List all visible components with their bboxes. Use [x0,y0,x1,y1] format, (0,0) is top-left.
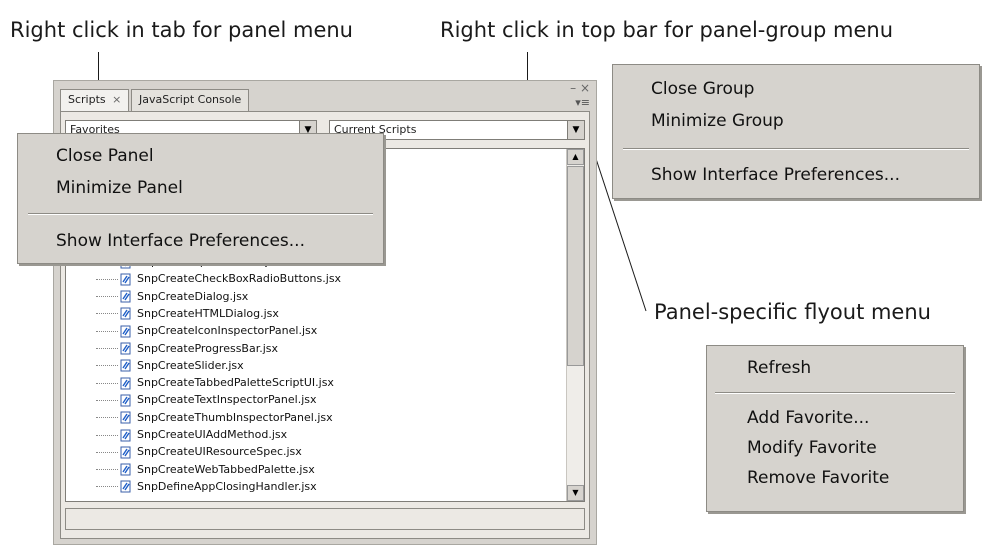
list-item-label: SnpCreateCheckBoxRadioButtons.jsx [137,272,342,286]
script-file-icon [120,325,132,338]
menu-item-show-interface-preferences[interactable]: Show Interface Preferences... [651,165,979,185]
script-file-icon [120,290,132,303]
menu-item-close-group[interactable]: Close Group [651,79,979,99]
script-file-icon [120,429,132,442]
menu-item-show-interface-preferences[interactable]: Show Interface Preferences... [56,231,383,251]
menu-separator [623,148,969,150]
flyout-menu-icon[interactable]: ▾≡ [575,96,590,109]
tree-connector [96,348,118,349]
script-file-icon [120,446,132,459]
script-file-icon [120,411,132,424]
chevron-down-icon[interactable]: ▼ [567,121,584,139]
tab-javascript-console-label: JavaScript Console [139,93,242,106]
menu-item-remove-favorite[interactable]: Remove Favorite [747,468,963,488]
list-item[interactable]: SnpCreateTabbedPaletteScriptUI.jsx [96,376,334,393]
script-file-icon [120,463,132,476]
list-item-label: SnpCreateHTMLDialog.jsx [137,306,279,320]
list-item[interactable]: SnpCreateCheckBoxRadioButtons.jsx [96,272,341,289]
list-item-label: SnpCreateSlider.jsx [137,358,244,372]
panel-group-context-menu: Close Group Minimize Group Show Interfac… [612,64,980,199]
panel-group-controls[interactable]: – × [570,81,590,95]
list-item[interactable]: SnpDefineAppClosingHandler.jsx [96,480,317,497]
panel-context-menu: Close Panel Minimize Panel Show Interfac… [17,133,384,264]
list-item-label: SnpCreateDialog.jsx [137,289,249,303]
list-item[interactable]: SnpCreateDialog.jsx [96,290,248,307]
tree-connector [96,278,118,280]
list-item-label: SnpCreateThumbInspectorPanel.jsx [137,410,333,424]
script-file-icon [120,377,132,390]
tab-scripts[interactable]: Scripts × [60,89,130,111]
tree-connector [96,330,118,332]
menu-item-refresh[interactable]: Refresh [747,358,963,378]
tree-connector [96,365,118,367]
script-file-icon [120,394,132,407]
menu-item-minimize-panel[interactable]: Minimize Panel [56,178,383,198]
list-item[interactable]: SnpCreateUIAddMethod.jsx [96,428,287,445]
menu-separator [715,392,955,394]
scrollbar-thumb[interactable] [567,166,584,366]
tree-connector [96,399,118,401]
list-item-label: SnpCreateUIAddMethod.jsx [137,428,288,441]
list-item[interactable]: SnpCreateUIResourceSpec.jsx [96,445,302,462]
list-item-label: SnpCreateTabbedPaletteScriptUI.jsx [137,376,334,390]
scroll-down-button[interactable]: ▼ [567,485,584,501]
tab-javascript-console[interactable]: JavaScript Console [131,89,250,111]
list-item-label: SnpCreateTextInspectorPanel.jsx [137,393,317,407]
menu-item-close-panel[interactable]: Close Panel [56,146,383,166]
list-item[interactable]: SnpCreateProgressBar.jsx [96,342,278,359]
list-item[interactable]: SnpCreateHTMLDialog.jsx [96,307,279,324]
panel-flyout-menu: Refresh Add Favorite... Modify Favorite … [706,345,964,512]
close-tab-icon[interactable]: × [112,93,121,106]
tree-connector [96,451,118,453]
scroll-up-button[interactable]: ▲ [567,149,584,165]
script-file-icon [120,273,132,286]
list-item-label: SnpCreateUIResourceSpec.jsx [137,445,302,459]
menu-separator [28,213,373,215]
tree-connector [96,486,118,488]
tree-connector [96,417,118,419]
list-item[interactable]: SnpCreateTextInspectorPanel.jsx [96,393,317,410]
tree-connector [96,382,118,384]
list-item-label: SnpCreateProgressBar.jsx [137,341,279,355]
list-item-label: SnpCreateIconInspectorPanel.jsx [137,324,318,338]
list-item[interactable]: SnpCreateSlider.jsx [96,359,244,376]
list-item[interactable]: SnpCreateWebTabbedPalette.jsx [96,463,315,480]
list-item-label: SnpDefineAppClosingHandler.jsx [137,479,317,493]
menu-item-minimize-group[interactable]: Minimize Group [651,111,979,131]
tree-connector [96,469,118,471]
tree-connector [96,296,118,298]
script-file-icon [120,342,132,355]
tree-connector [96,434,118,436]
tree-connector [96,313,118,315]
list-item[interactable]: SnpCreateThumbInspectorPanel.jsx [96,411,333,428]
menu-item-add-favorite[interactable]: Add Favorite... [747,408,963,428]
script-file-icon [120,359,132,372]
menu-item-modify-favorite[interactable]: Modify Favorite [747,438,963,458]
script-file-icon [120,307,132,320]
status-bar [65,508,585,530]
list-item-label: SnpCreateWebTabbedPalette.jsx [137,462,315,476]
vertical-scrollbar[interactable]: ▲ ▼ [566,149,584,501]
list-item[interactable]: SnpCreateIconInspectorPanel.jsx [96,324,317,341]
script-file-icon [120,480,132,493]
tab-scripts-label: Scripts [68,93,106,106]
